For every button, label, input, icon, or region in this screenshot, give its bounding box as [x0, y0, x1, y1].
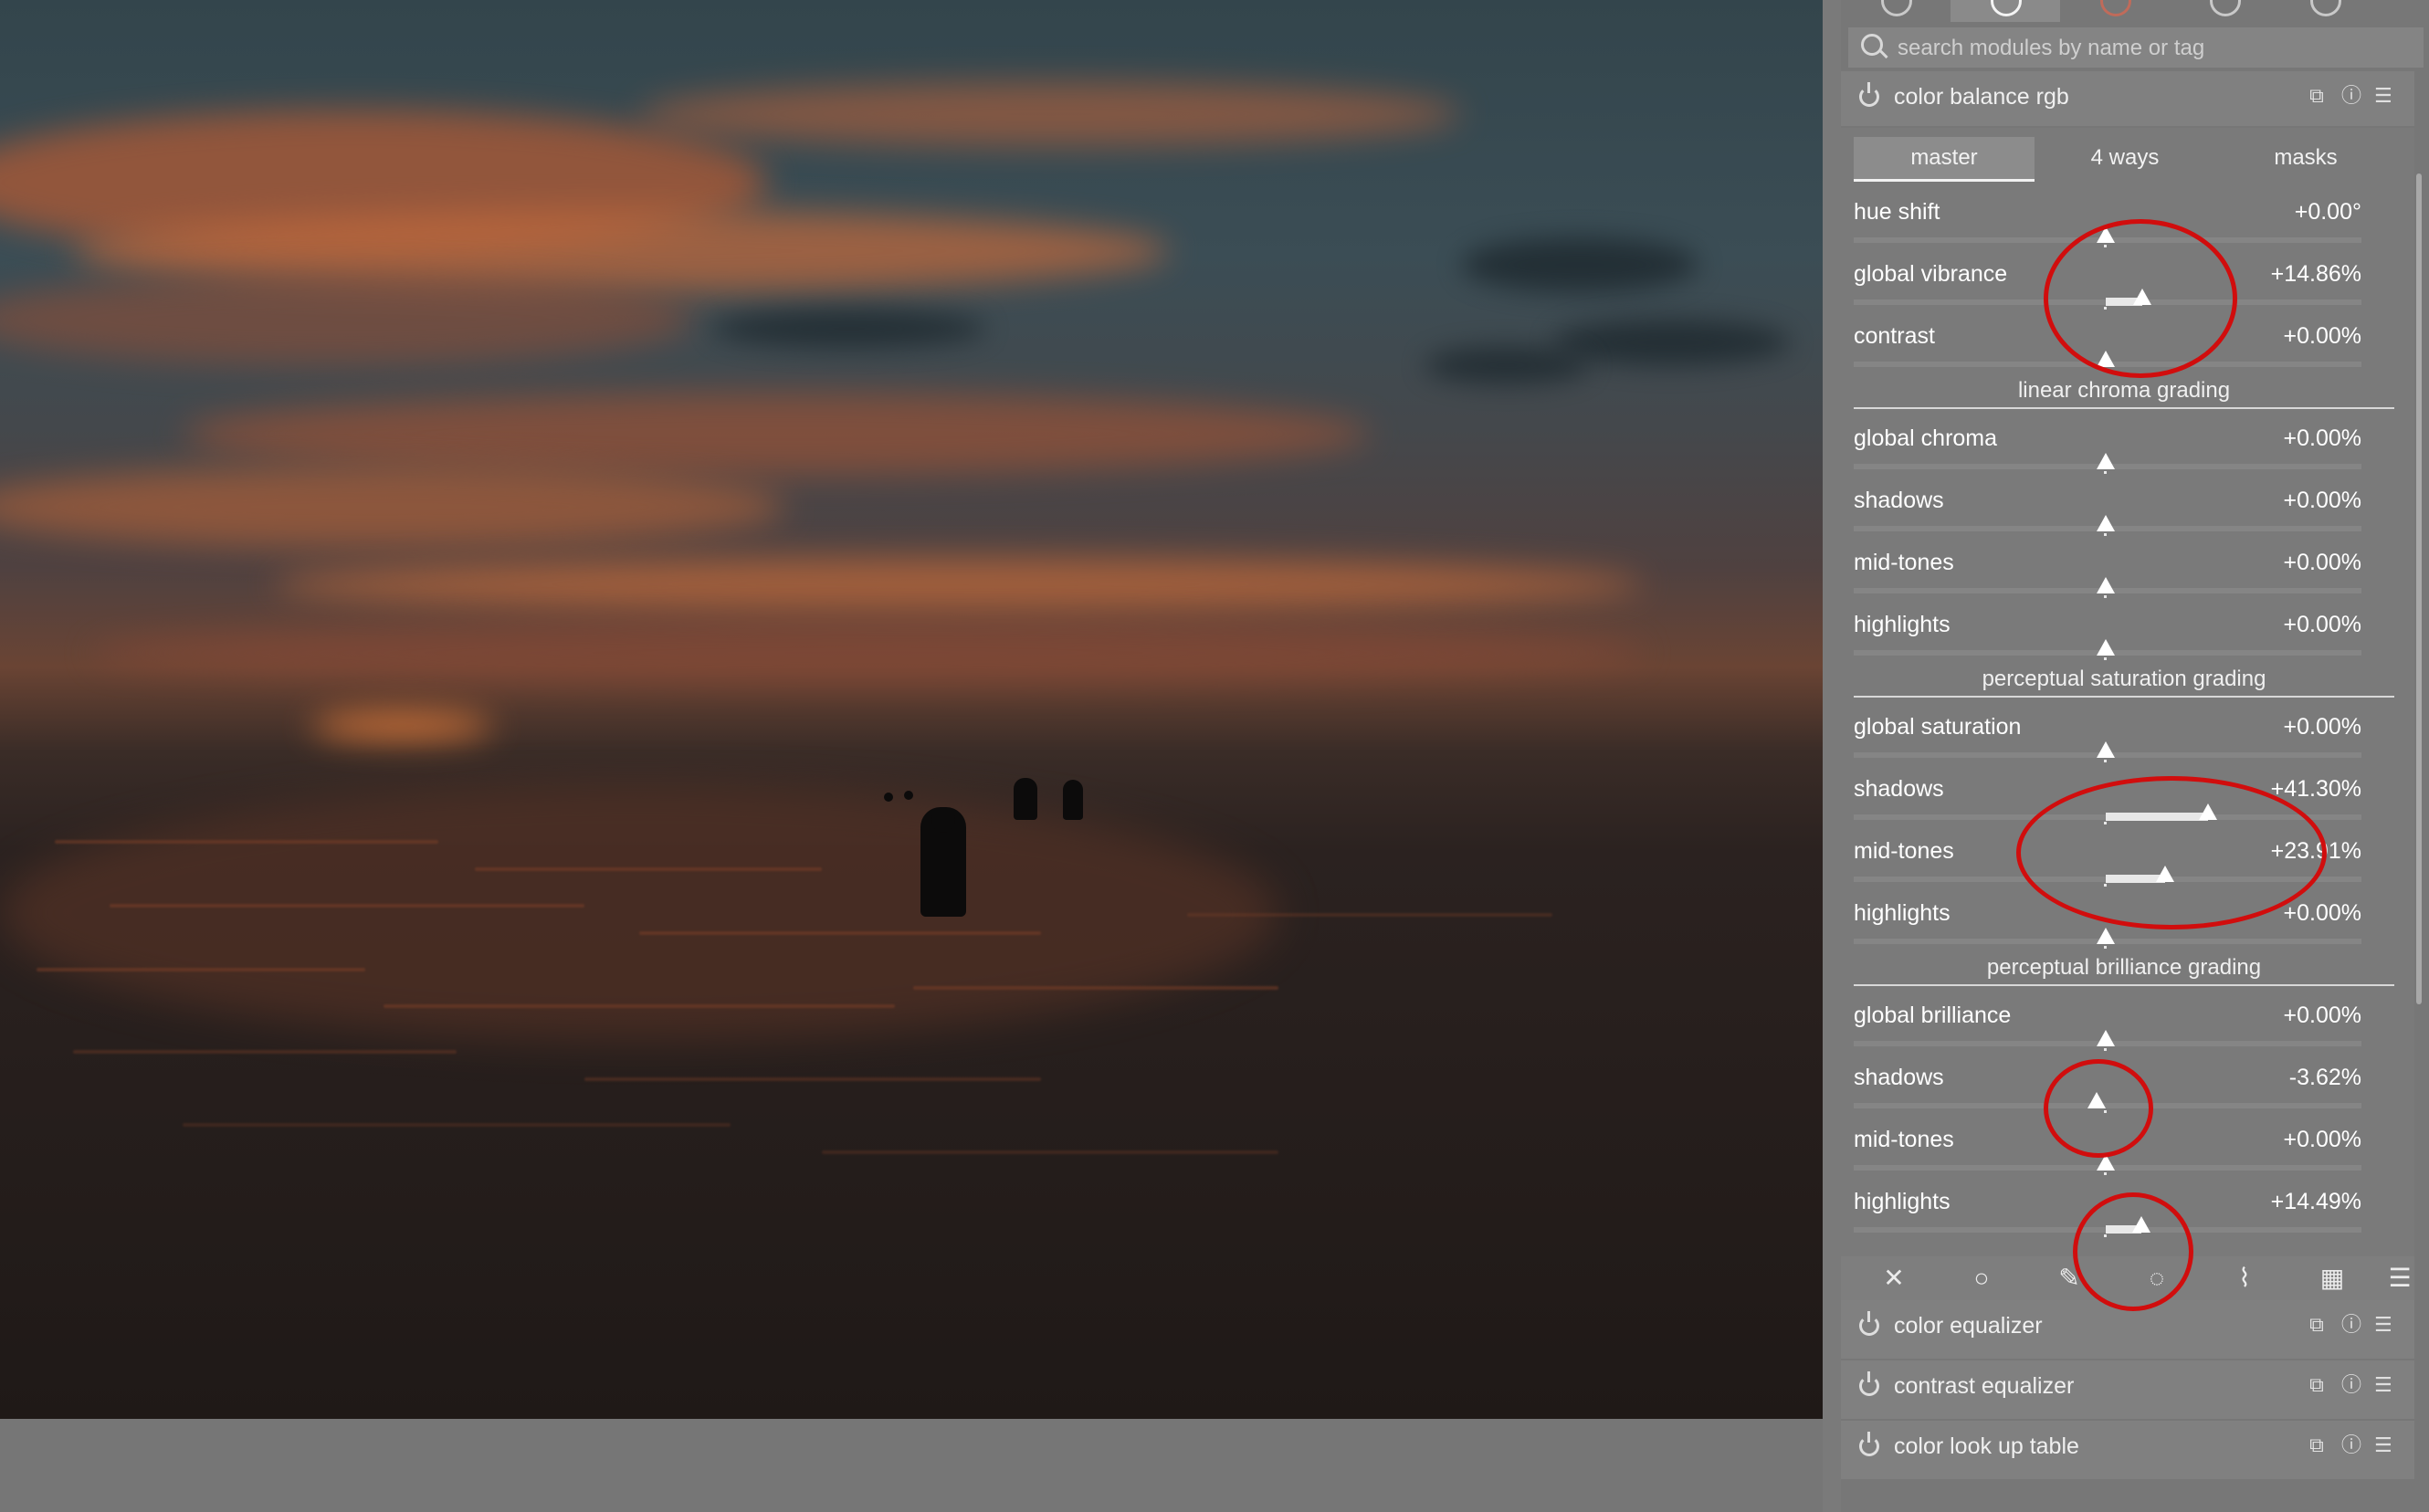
- slider-origin: [2104, 1048, 2107, 1051]
- slider-label: mid-tones: [1854, 1127, 1954, 1152]
- power-icon[interactable]: [1859, 1371, 1879, 1396]
- module-name: color equalizer: [1894, 1313, 2043, 1339]
- annotation-circle: [2016, 776, 2327, 929]
- image-preview[interactable]: [0, 0, 1823, 1419]
- bottom-strip: [0, 1419, 1841, 1512]
- presets-icon[interactable]: ⧉: [2308, 1375, 2325, 1395]
- slider-label: hue shift: [1854, 199, 1940, 225]
- reset-icon[interactable]: ⓘ: [2341, 86, 2361, 106]
- annotation-circle: [2073, 1192, 2193, 1311]
- slider-thumb[interactable]: [2097, 1030, 2115, 1046]
- brush-icon[interactable]: ⌇: [2232, 1265, 2257, 1291]
- slider-value[interactable]: +14.86%: [2271, 261, 2361, 288]
- slider-origin: [2104, 595, 2107, 598]
- slider-row[interactable]: global saturation +0.00%: [1854, 705, 2361, 763]
- power-icon[interactable]: [1859, 82, 1879, 107]
- panel-border: [1823, 0, 1841, 1512]
- slider-label: global brilliance: [1854, 1003, 2012, 1028]
- module-name: contrast equalizer: [1894, 1373, 2075, 1399]
- slider-label: mid-tones: [1854, 550, 1954, 575]
- power-icon[interactable]: [1859, 1311, 1879, 1336]
- slider-value[interactable]: -3.62%: [2289, 1065, 2361, 1091]
- tab-masks[interactable]: masks: [2215, 137, 2396, 179]
- slider-thumb[interactable]: [2097, 453, 2115, 469]
- slider-thumb[interactable]: [2097, 741, 2115, 758]
- slider-origin: [2104, 946, 2107, 949]
- slider-origin: [2104, 1172, 2107, 1175]
- slider-row[interactable]: global brilliance +0.00%: [1854, 993, 2361, 1052]
- section-divider: [1854, 407, 2394, 409]
- annotation-circle: [2044, 219, 2237, 378]
- tab-master[interactable]: master: [1854, 137, 2035, 182]
- slider-label: shadows: [1854, 1065, 1944, 1090]
- slider-thumb[interactable]: [2097, 515, 2115, 531]
- presets-icon[interactable]: ⧉: [2308, 86, 2325, 106]
- slider-value[interactable]: +0.00%: [2284, 550, 2362, 576]
- annotation-circle: [2044, 1059, 2153, 1158]
- slider-label: global saturation: [1854, 714, 2022, 740]
- raster-mask-icon[interactable]: ▦: [2319, 1265, 2345, 1291]
- slider-label: contrast: [1854, 323, 1935, 349]
- slider-value[interactable]: +0.00%: [2284, 612, 2362, 638]
- slider-value[interactable]: +0.00°: [2295, 199, 2361, 226]
- slider-row[interactable]: shadows +0.00%: [1854, 478, 2361, 537]
- slider-value[interactable]: +0.00%: [2284, 323, 2362, 350]
- slider-label: mid-tones: [1854, 838, 1954, 864]
- slider-row[interactable]: mid-tones +0.00%: [1854, 541, 2361, 599]
- reset-icon[interactable]: ⓘ: [2341, 1375, 2361, 1395]
- slider-value[interactable]: +41.30%: [2271, 776, 2361, 803]
- power-icon[interactable]: [1859, 1432, 1879, 1456]
- slider-thumb[interactable]: [2097, 928, 2115, 944]
- section-title: perceptual saturation grading: [1982, 667, 2266, 691]
- slider-label: shadows: [1854, 488, 1944, 513]
- slider-value[interactable]: +0.00%: [2284, 425, 2362, 452]
- reset-icon[interactable]: ⓘ: [2341, 1435, 2361, 1455]
- search-icon: [1861, 34, 1883, 56]
- slider-thumb[interactable]: [2097, 639, 2115, 656]
- reset-icon[interactable]: ⓘ: [2341, 1315, 2361, 1335]
- slider-origin: [2104, 533, 2107, 536]
- slider-origin: [2104, 657, 2107, 660]
- slider-row[interactable]: highlights +0.00%: [1854, 603, 2361, 661]
- module-name: color look up table: [1894, 1433, 2079, 1459]
- slider-label: shadows: [1854, 776, 1944, 802]
- close-icon[interactable]: ✕: [1881, 1265, 1907, 1291]
- slider-value[interactable]: +0.00%: [2284, 1127, 2362, 1153]
- menu-icon[interactable]: ☰: [2374, 1315, 2392, 1335]
- menu-icon[interactable]: ☰: [2387, 1265, 2413, 1291]
- slider-value[interactable]: +0.00%: [2284, 900, 2362, 927]
- tab-4-ways[interactable]: 4 ways: [2035, 137, 2215, 179]
- section-divider: [1854, 984, 2394, 986]
- slider-thumb[interactable]: [2097, 577, 2115, 593]
- slider-origin: [2104, 760, 2107, 762]
- module-search[interactable]: [1848, 27, 2424, 69]
- section-title: linear chroma grading: [2017, 378, 2231, 403]
- slider-label: highlights: [1854, 1189, 1951, 1214]
- menu-icon[interactable]: ☰: [2374, 86, 2392, 106]
- menu-icon[interactable]: ☰: [2374, 1435, 2392, 1455]
- module-header-contrast-equalizer[interactable]: contrast equalizer ⧉ ⓘ ☰: [1841, 1360, 2414, 1419]
- panel-scrollbar[interactable]: [2416, 173, 2422, 1004]
- module-header-color-look-up-table[interactable]: color look up table ⧉ ⓘ ☰: [1841, 1421, 2414, 1479]
- slider-label: global chroma: [1854, 425, 1998, 451]
- slider-row[interactable]: global chroma +0.00%: [1854, 416, 2361, 475]
- section-divider: [1854, 696, 2394, 698]
- slider-origin: [2104, 471, 2107, 474]
- circle-mask-icon[interactable]: ○: [1969, 1265, 1994, 1291]
- module-header-color-balance-rgb[interactable]: color balance rgb ⧉ ⓘ ☰: [1841, 71, 2414, 126]
- module-name: color balance rgb: [1894, 84, 2069, 110]
- menu-icon[interactable]: ☰: [2374, 1375, 2392, 1395]
- slider-label: global vibrance: [1854, 261, 2008, 287]
- section-title: perceptual brilliance grading: [1986, 955, 2262, 980]
- slider-value[interactable]: +0.00%: [2284, 488, 2362, 514]
- slider-value[interactable]: +14.49%: [2271, 1189, 2361, 1215]
- slider-value[interactable]: +0.00%: [2284, 1003, 2362, 1029]
- search-input[interactable]: [1896, 27, 2411, 69]
- presets-icon[interactable]: ⧉: [2308, 1315, 2325, 1335]
- slider-label: highlights: [1854, 612, 1951, 637]
- slider-value[interactable]: +0.00%: [2284, 714, 2362, 740]
- presets-icon[interactable]: ⧉: [2308, 1435, 2325, 1455]
- slider-label: highlights: [1854, 900, 1951, 926]
